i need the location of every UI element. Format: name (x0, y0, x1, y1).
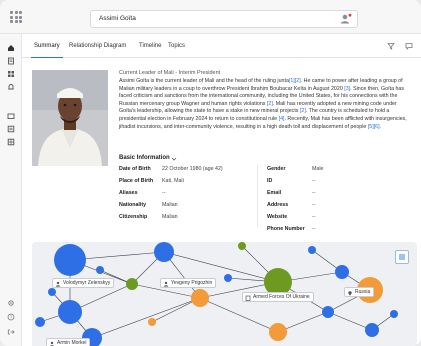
graph-node[interactable] (54, 244, 86, 276)
graph-node[interactable] (48, 288, 56, 296)
person-icon (55, 281, 61, 287)
home-icon[interactable] (7, 44, 15, 52)
chevron-down-icon[interactable] (171, 156, 177, 162)
tab-relationship-diagram[interactable]: Relationship Diagram (69, 34, 126, 58)
info-value: -- (312, 178, 316, 184)
graph-node[interactable] (96, 266, 104, 274)
comment-icon[interactable] (405, 42, 413, 50)
graph-node[interactable] (365, 323, 379, 337)
graph-node[interactable] (154, 242, 174, 262)
graph-label-text: Armed Forces Of Ukraine (253, 294, 310, 300)
tab-summary[interactable]: Summary (31, 34, 63, 59)
graph-node[interactable] (191, 289, 209, 307)
tab-summary-label: Summary (34, 43, 60, 49)
info-label: Address (267, 202, 289, 208)
info-value: Male (312, 166, 324, 172)
basic-info-divider (257, 165, 258, 227)
info-value: -- (312, 226, 316, 232)
summary-panel: Current Leader of Mali - Interim Preside… (22, 58, 421, 346)
graph-node[interactable] (148, 318, 156, 326)
help-icon[interactable]: ? (7, 313, 15, 321)
user-add-icon[interactable] (340, 13, 352, 25)
graph-node[interactable] (269, 323, 287, 341)
relationship-graph[interactable]: Volodymyr Zelenskyy Yevgeny Prigozhin Ar… (32, 242, 417, 346)
settings-gear-icon[interactable] (7, 299, 15, 307)
profile-bio: Current Leader of Mali - Interim Preside… (119, 70, 409, 131)
search-input[interactable]: Assimi Goïta (90, 10, 358, 28)
tab-timeline-label: Timeline (139, 43, 162, 49)
list-icon[interactable] (7, 125, 15, 133)
graph-label-organization[interactable]: Armed Forces Of Ukraine (242, 292, 314, 302)
graph-node[interactable] (126, 278, 138, 290)
location-pin-icon (348, 290, 352, 296)
graph-label-location[interactable]: Russia (344, 287, 375, 297)
profile-photo (32, 70, 108, 166)
person-icon (49, 341, 55, 346)
info-label: Gender (267, 166, 286, 172)
svg-text:?: ? (10, 315, 13, 320)
graph-label-text: Volodymyr Zelenskyy (63, 280, 111, 286)
info-value: Malian (162, 214, 178, 220)
table-icon[interactable] (7, 138, 15, 146)
tab-topics-label: Topics (168, 43, 186, 49)
grid-icon[interactable] (7, 70, 15, 78)
graph-label-text: Armin Morkel (57, 340, 87, 346)
menu-icon (399, 254, 405, 260)
profile-portrait-image (32, 70, 108, 166)
graph-node[interactable] (238, 242, 246, 250)
apps-grid-icon[interactable] (10, 11, 22, 23)
bio-segment: . (379, 123, 382, 130)
document-icon[interactable] (7, 57, 15, 65)
logout-icon[interactable] (7, 328, 15, 336)
info-label: Place of Birth (119, 178, 154, 184)
basic-info-title: Basic Information (119, 155, 170, 161)
tab-topics[interactable]: Topics (168, 34, 185, 58)
info-value: -- (162, 190, 166, 196)
graph-node[interactable] (58, 300, 82, 324)
info-value: Malian (162, 202, 178, 208)
graph-label-person[interactable]: Yevgeny Prigozhin (160, 278, 217, 288)
info-label: ID (267, 178, 273, 184)
citation-link[interactable]: [5][6] (368, 124, 380, 130)
filter-icon[interactable] (387, 42, 395, 50)
graph-node[interactable] (308, 246, 316, 254)
folder-icon[interactable] (7, 112, 15, 120)
tab-bar: Summary Relationship Diagram Timeline To… (22, 34, 421, 59)
person-icon (163, 281, 169, 287)
graph-node[interactable] (335, 265, 349, 279)
info-value: -- (312, 214, 316, 220)
info-value: 22 October 1980 (age 42) (162, 166, 223, 172)
bell-icon[interactable] (7, 83, 15, 91)
graph-menu-button[interactable] (395, 250, 409, 264)
profile-role: Current Leader of Mali - Interim Preside… (119, 70, 221, 76)
graph-node[interactable] (390, 310, 398, 318)
top-bar: Assimi Goïta (0, 0, 421, 34)
info-value: -- (312, 202, 316, 208)
graph-node[interactable] (322, 306, 334, 318)
info-label: Date of Birth (119, 166, 151, 172)
building-icon (245, 295, 251, 301)
bio-segment: Assimi Goïta is the current leader of Ma… (119, 78, 289, 84)
info-value: -- (312, 190, 316, 196)
graph-node[interactable] (224, 274, 232, 282)
app-window: Assimi Goïta ? Summary Relationship Diag… (0, 0, 421, 346)
info-label: Citizenship (119, 214, 148, 220)
graph-label-text: Yevgeny Prigozhin (171, 280, 213, 286)
citation-link[interactable]: [1][2] (289, 78, 301, 84)
info-label: Phone Number (267, 226, 305, 232)
info-label: Aliases (119, 190, 138, 196)
tab-timeline[interactable]: Timeline (139, 34, 161, 58)
graph-label-person[interactable]: Armin Morkel (46, 338, 91, 346)
info-label: Website (267, 214, 288, 220)
left-sidebar: ? (0, 34, 22, 346)
graph-label-text: Russia (355, 289, 371, 295)
bio-text: Assimi Goïta is the current leader of Ma… (119, 78, 409, 131)
info-label: Email (267, 190, 282, 196)
info-label: Nationality (119, 202, 147, 208)
info-value: Kati, Mali (162, 178, 184, 184)
tab-relationship-diagram-label: Relationship Diagram (69, 43, 127, 49)
graph-node[interactable] (35, 317, 45, 327)
search-value: Assimi Goïta (99, 15, 136, 22)
graph-label-person[interactable]: Volodymyr Zelenskyy (52, 278, 115, 288)
